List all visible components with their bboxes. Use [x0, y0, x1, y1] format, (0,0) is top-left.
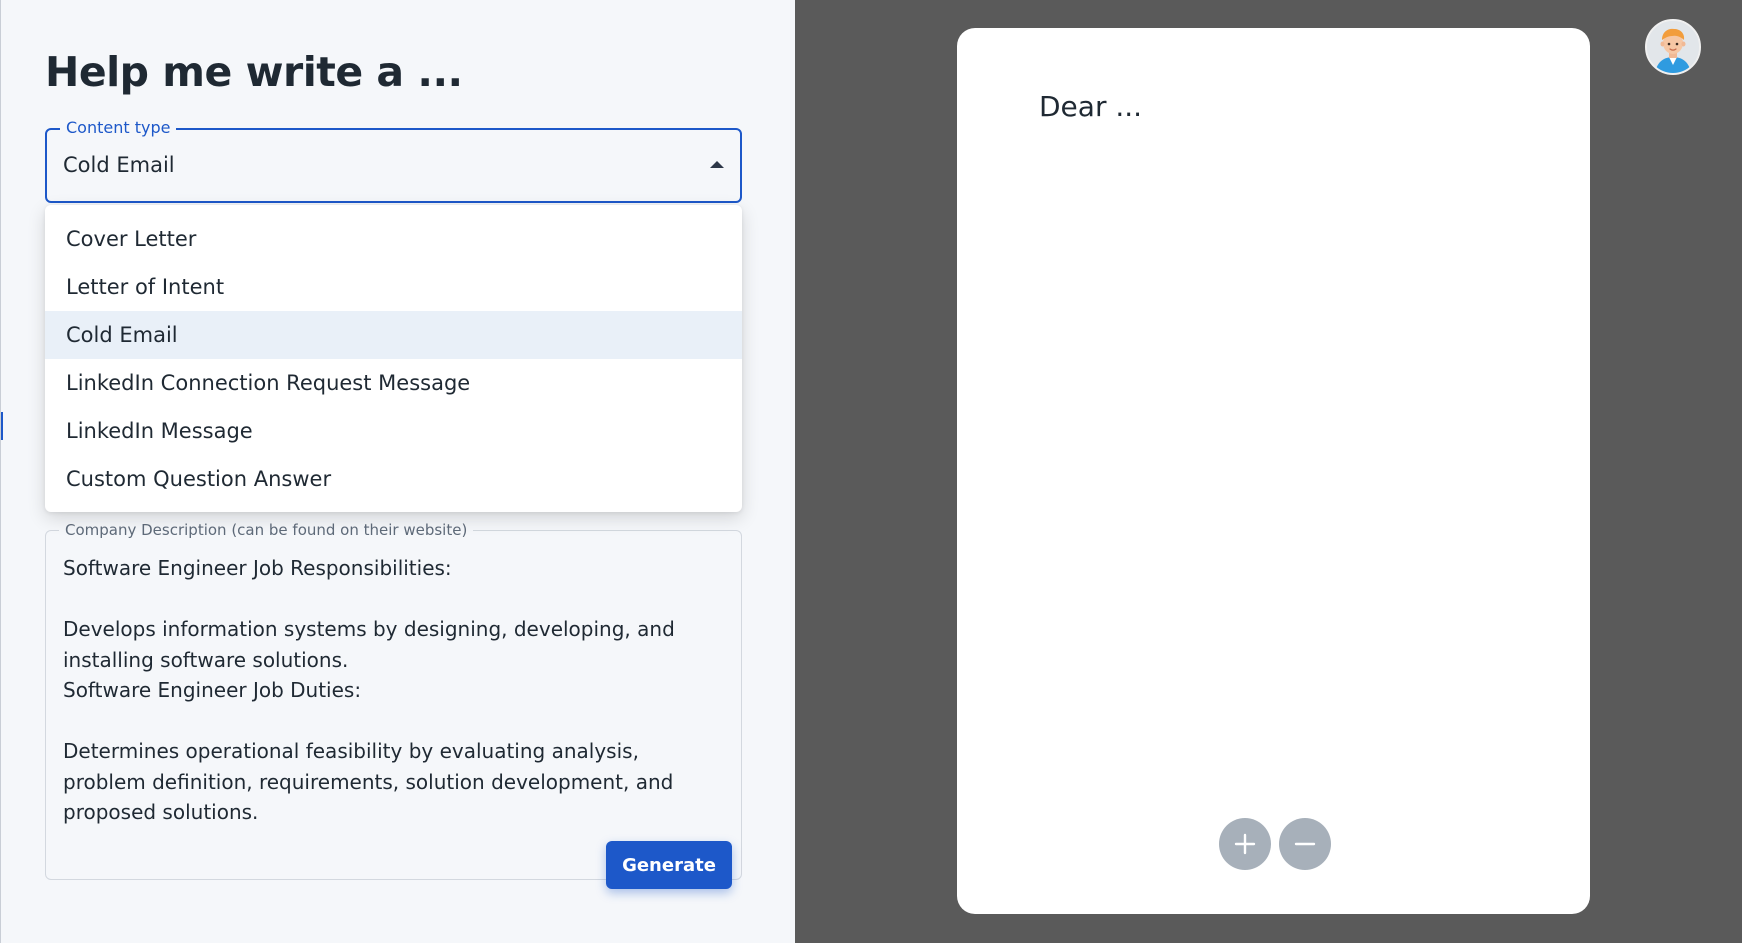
- minus-icon: [1294, 842, 1316, 846]
- menu-item-cover-letter[interactable]: Cover Letter: [45, 215, 742, 263]
- company-description-field[interactable]: Company Description (can be found on the…: [45, 520, 742, 880]
- plus-icon: [1234, 833, 1256, 855]
- page-title: Help me write a ...: [45, 48, 463, 96]
- generate-button[interactable]: Generate: [606, 841, 732, 889]
- letter-preview-card: Dear ...: [957, 28, 1590, 914]
- company-description-input[interactable]: Software Engineer Job Responsibilities: …: [63, 553, 723, 853]
- zoom-out-button[interactable]: [1279, 818, 1331, 870]
- letter-preview-text: Dear ...: [1039, 90, 1143, 123]
- menu-item-letter-of-intent[interactable]: Letter of Intent: [45, 263, 742, 311]
- menu-item-cold-email[interactable]: Cold Email: [45, 311, 742, 359]
- content-type-menu: Cover Letter Letter of Intent Cold Email…: [45, 205, 742, 512]
- content-type-value: Cold Email: [63, 153, 175, 177]
- caret-up-icon: [710, 161, 724, 168]
- preview-panel: Dear ...: [795, 0, 1742, 943]
- menu-item-custom-question-answer[interactable]: Custom Question Answer: [45, 455, 742, 503]
- company-description-label: Company Description (can be found on the…: [59, 520, 474, 540]
- zoom-controls: [1219, 818, 1331, 870]
- user-avatar[interactable]: [1645, 19, 1701, 75]
- content-type-label: Content type: [60, 118, 177, 138]
- content-type-select[interactable]: Content type Cold Email: [45, 118, 742, 203]
- edge-accent: [1, 412, 3, 440]
- menu-item-linkedin-connection-request[interactable]: LinkedIn Connection Request Message: [45, 359, 742, 407]
- editor-panel: Help me write a ... Content type Cold Em…: [0, 0, 795, 943]
- app-root: Help me write a ... Content type Cold Em…: [0, 0, 1742, 943]
- menu-item-linkedin-message[interactable]: LinkedIn Message: [45, 407, 742, 455]
- user-avatar-icon: [1647, 21, 1699, 73]
- zoom-in-button[interactable]: [1219, 818, 1271, 870]
